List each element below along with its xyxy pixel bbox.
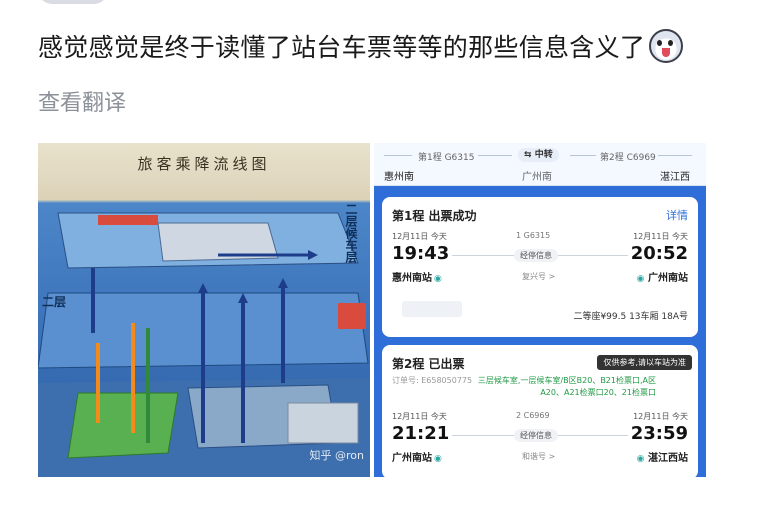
leg1-arr-station-name: 广州南站 (648, 273, 688, 284)
map-drawing (38, 212, 370, 477)
location-pin-icon[interactable]: ◉ (434, 274, 442, 284)
blurred-passenger-name (402, 301, 462, 317)
leg2-dep-date: 12月11日 今天 (392, 412, 447, 421)
leg1-stops-button[interactable]: 经停信息 (514, 249, 558, 262)
station-flow-map-image[interactable]: 旅客乘降流线图 二层候车层 二层 知乎 @ron (38, 143, 370, 477)
leg1-arr-station: ◉ 广州南站 (635, 269, 688, 284)
route-transfer-city: 广州南 (522, 172, 552, 183)
leg2-arr-date: 12月11日 今天 (633, 412, 688, 421)
leg1-dep-station-name: 惠州南站 (392, 273, 432, 284)
route-leg1: 第1程 G6315 (418, 153, 475, 163)
leg1-dep-date: 12月11日 今天 (392, 232, 447, 241)
leg2-card[interactable]: 第2程 已出票 仅供参考,请以车站为准 订单号: E658050775 三层候车… (382, 345, 698, 477)
surprised-face-emoji-icon (649, 29, 684, 63)
ticket-screenshot-image[interactable]: 第1程 G6315 ⇆ 中转 第2程 C6969 惠州南 广州南 湛江西 第1程… (374, 143, 706, 477)
leg2-stops-button[interactable]: 经停信息 (514, 429, 558, 442)
leg2-dep-time: 21:21 (392, 423, 450, 444)
watermark: 知乎 @ron (309, 449, 364, 462)
leg1-train-no: 1 G6315 (516, 231, 551, 240)
location-pin-icon[interactable]: ◉ (637, 274, 645, 284)
leg2-arr-station: ◉ 湛江西站 (635, 449, 688, 464)
leg1-arr-time: 20:52 (630, 243, 688, 264)
reference-tooltip: 仅供参考,请以车站为准 (597, 355, 692, 370)
leg1-card[interactable]: 第1程 出票成功 详情 12月11日 今天 12月11日 今天 1 G6315 … (382, 197, 698, 337)
leg1-detail-link[interactable]: 详情 (666, 207, 688, 223)
leg1-title: 第1程 出票成功 (392, 209, 477, 223)
route-line (478, 155, 512, 156)
leg2-dep-station-name: 广州南站 (392, 453, 432, 464)
transfer-pill: ⇆ 中转 (518, 148, 559, 162)
route-origin: 惠州南 (384, 172, 414, 183)
post-images: 旅客乘降流线图 二层候车层 二层 知乎 @ron 第1程 G6315 ⇆ 中转 … (38, 143, 706, 477)
leg1-arr-date: 12月11日 今天 (633, 232, 688, 241)
route-line (384, 155, 412, 156)
route-line (570, 155, 596, 156)
route-line (658, 155, 692, 156)
route-destination: 湛江西 (660, 172, 690, 183)
map-side-label: 二层候车层 (344, 203, 358, 263)
leg1-dep-time: 19:43 (392, 243, 450, 264)
leg1-train-type-link[interactable]: 复兴号 > (522, 271, 555, 282)
location-pin-icon[interactable]: ◉ (434, 454, 442, 464)
leg2-order-no: 订单号: E658050775 (392, 376, 473, 385)
route-bar: 第1程 G6315 ⇆ 中转 第2程 C6969 惠州南 广州南 湛江西 (374, 143, 706, 186)
leg1-seat-info: 二等座¥99.5 13车厢 18A号 (573, 312, 688, 322)
map-floor-label: 二层 (42, 295, 67, 309)
translate-link[interactable]: 查看翻译 (38, 85, 126, 117)
post-text-content: 感觉感觉是终于读懂了站台车票等等的那些信息含义了 (38, 33, 646, 62)
leg2-train-no: 2 C6969 (516, 411, 550, 420)
leg2-title: 第2程 已出票 (392, 357, 465, 371)
leg2-train-type-link[interactable]: 和谐号 > (522, 451, 555, 462)
leg2-gate-info: 三层候车室,一层候车室/B区B20、B21检票口,A区A20、A21检票口20、… (477, 376, 656, 397)
transfer-icon: ⇆ (524, 150, 535, 160)
post-text: 感觉感觉是终于读懂了站台车票等等的那些信息含义了 (38, 28, 684, 64)
leg2-dep-station: 广州南站 ◉ (392, 449, 442, 464)
leg2-arr-time: 23:59 (630, 423, 688, 444)
leg1-dep-station: 惠州南站 ◉ (392, 269, 442, 284)
location-pin-icon[interactable]: ◉ (637, 454, 645, 464)
route-leg2: 第2程 C6969 (600, 153, 656, 163)
transfer-label: 中转 (534, 150, 553, 160)
leg2-arr-station-name: 湛江西站 (648, 453, 688, 464)
avatar[interactable] (38, 0, 108, 4)
